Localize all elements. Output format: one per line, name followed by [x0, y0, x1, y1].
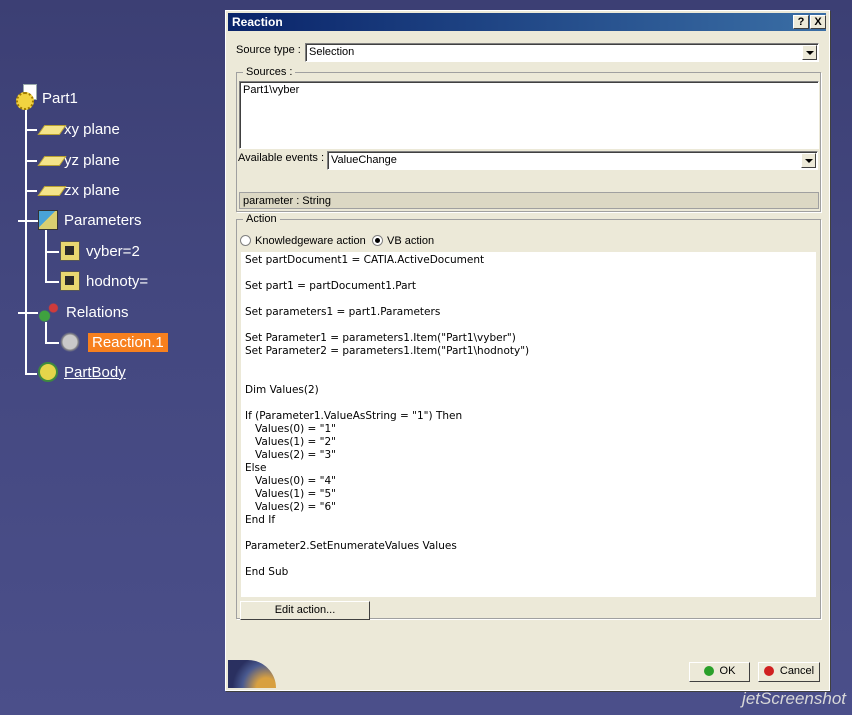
tree-line-relations — [18, 312, 38, 314]
available-events-value: ValueChange — [331, 154, 397, 166]
tree-node-label-selected: Reaction.1 — [88, 332, 168, 352]
knowledgeware-action-label[interactable]: Knowledgeware action — [255, 235, 366, 247]
tree-node-parameters[interactable]: Parameters — [38, 209, 142, 231]
plane-icon — [37, 150, 67, 170]
tree-node-label: Parameters — [64, 211, 142, 229]
tree-node-partbody[interactable]: PartBody — [38, 361, 126, 383]
source-type-label: Source type : — [236, 44, 301, 56]
tree-node-label: hodnoty= — [86, 272, 149, 290]
tree-line-zx — [25, 190, 37, 192]
knowledgeware-action-radio[interactable] — [240, 235, 251, 246]
available-events-dropdown[interactable]: ValueChange — [327, 151, 818, 170]
tree-node-label: Relations — [66, 303, 129, 321]
edit-action-button[interactable]: Edit action... — [240, 601, 370, 620]
sources-list[interactable]: Part1\vyber — [239, 81, 819, 149]
tree-node-parameter-vyber[interactable]: vyber=2 — [60, 240, 140, 262]
tree-node-label: zx plane — [64, 181, 120, 199]
specification-tree: Part1 xy plane yz plane zx plane Paramet… — [0, 0, 225, 715]
cancel-button[interactable]: Cancel — [758, 662, 820, 682]
tree-node-part1[interactable]: Part1 — [16, 84, 78, 110]
relations-icon — [38, 302, 60, 322]
tree-line-body — [25, 373, 37, 375]
vb-action-label[interactable]: VB action — [387, 235, 434, 247]
vb-action-code-editor[interactable]: Set partDocument1 = CATIA.ActiveDocument… — [241, 252, 816, 597]
watermark: jetScreenshot — [742, 689, 846, 708]
tree-line-params — [18, 220, 38, 222]
source-type-value: Selection — [309, 46, 355, 58]
tree-line-yz — [25, 160, 37, 162]
ok-button[interactable]: OK — [689, 662, 750, 682]
parameter-icon — [60, 271, 80, 291]
tree-node-yz-plane[interactable]: yz plane — [37, 149, 120, 171]
dialog-title: Reaction — [232, 15, 283, 29]
tree-node-relations[interactable]: Relations — [38, 301, 129, 323]
tree-node-label: PartBody — [64, 363, 126, 381]
part-icon — [16, 84, 37, 110]
tree-line-xy — [25, 129, 37, 131]
dialog-titlebar[interactable]: Reaction ? X — [228, 13, 826, 31]
tree-node-label: vyber=2 — [86, 242, 140, 260]
tree-node-xy-plane[interactable]: xy plane — [37, 118, 120, 140]
cancel-label: Cancel — [779, 665, 815, 677]
parameters-folder-icon — [38, 210, 58, 230]
parameter-info: parameter : String — [239, 192, 819, 209]
tree-line-reaction — [45, 342, 59, 344]
tree-line-relations-children — [45, 322, 47, 343]
sources-label: Sources : — [243, 66, 296, 78]
ok-label: OK — [719, 665, 736, 677]
tree-node-parameter-hodnoty[interactable]: hodnoty= — [60, 270, 148, 292]
chevron-down-icon[interactable] — [801, 153, 816, 168]
close-button[interactable]: X — [810, 15, 826, 29]
available-events-label: Available events : — [238, 152, 325, 164]
vb-action-radio[interactable] — [372, 235, 383, 246]
tree-node-label: Part1 — [42, 89, 78, 107]
tree-node-reaction[interactable]: Reaction.1 — [58, 331, 168, 353]
cancel-icon — [763, 666, 774, 677]
partbody-icon — [38, 362, 58, 382]
plane-icon — [37, 180, 67, 200]
ok-icon — [703, 666, 714, 677]
tree-line-vyber — [45, 251, 59, 253]
plane-icon — [37, 119, 67, 139]
tree-line-params-children — [45, 230, 47, 282]
source-type-dropdown[interactable]: Selection — [305, 43, 819, 62]
chevron-down-icon[interactable] — [802, 45, 817, 60]
action-label: Action — [243, 213, 280, 225]
help-button[interactable]: ? — [793, 15, 809, 29]
tree-line-hodnoty — [45, 281, 59, 283]
tree-line-main — [25, 110, 27, 375]
tree-node-label: yz plane — [64, 151, 120, 169]
tree-node-label: xy plane — [64, 120, 120, 138]
reaction-icon — [58, 332, 82, 352]
source-item[interactable]: Part1\vyber — [243, 84, 299, 96]
parameter-info-text: parameter : String — [243, 195, 332, 207]
parameter-icon — [60, 241, 80, 261]
tree-node-zx-plane[interactable]: zx plane — [37, 179, 120, 201]
